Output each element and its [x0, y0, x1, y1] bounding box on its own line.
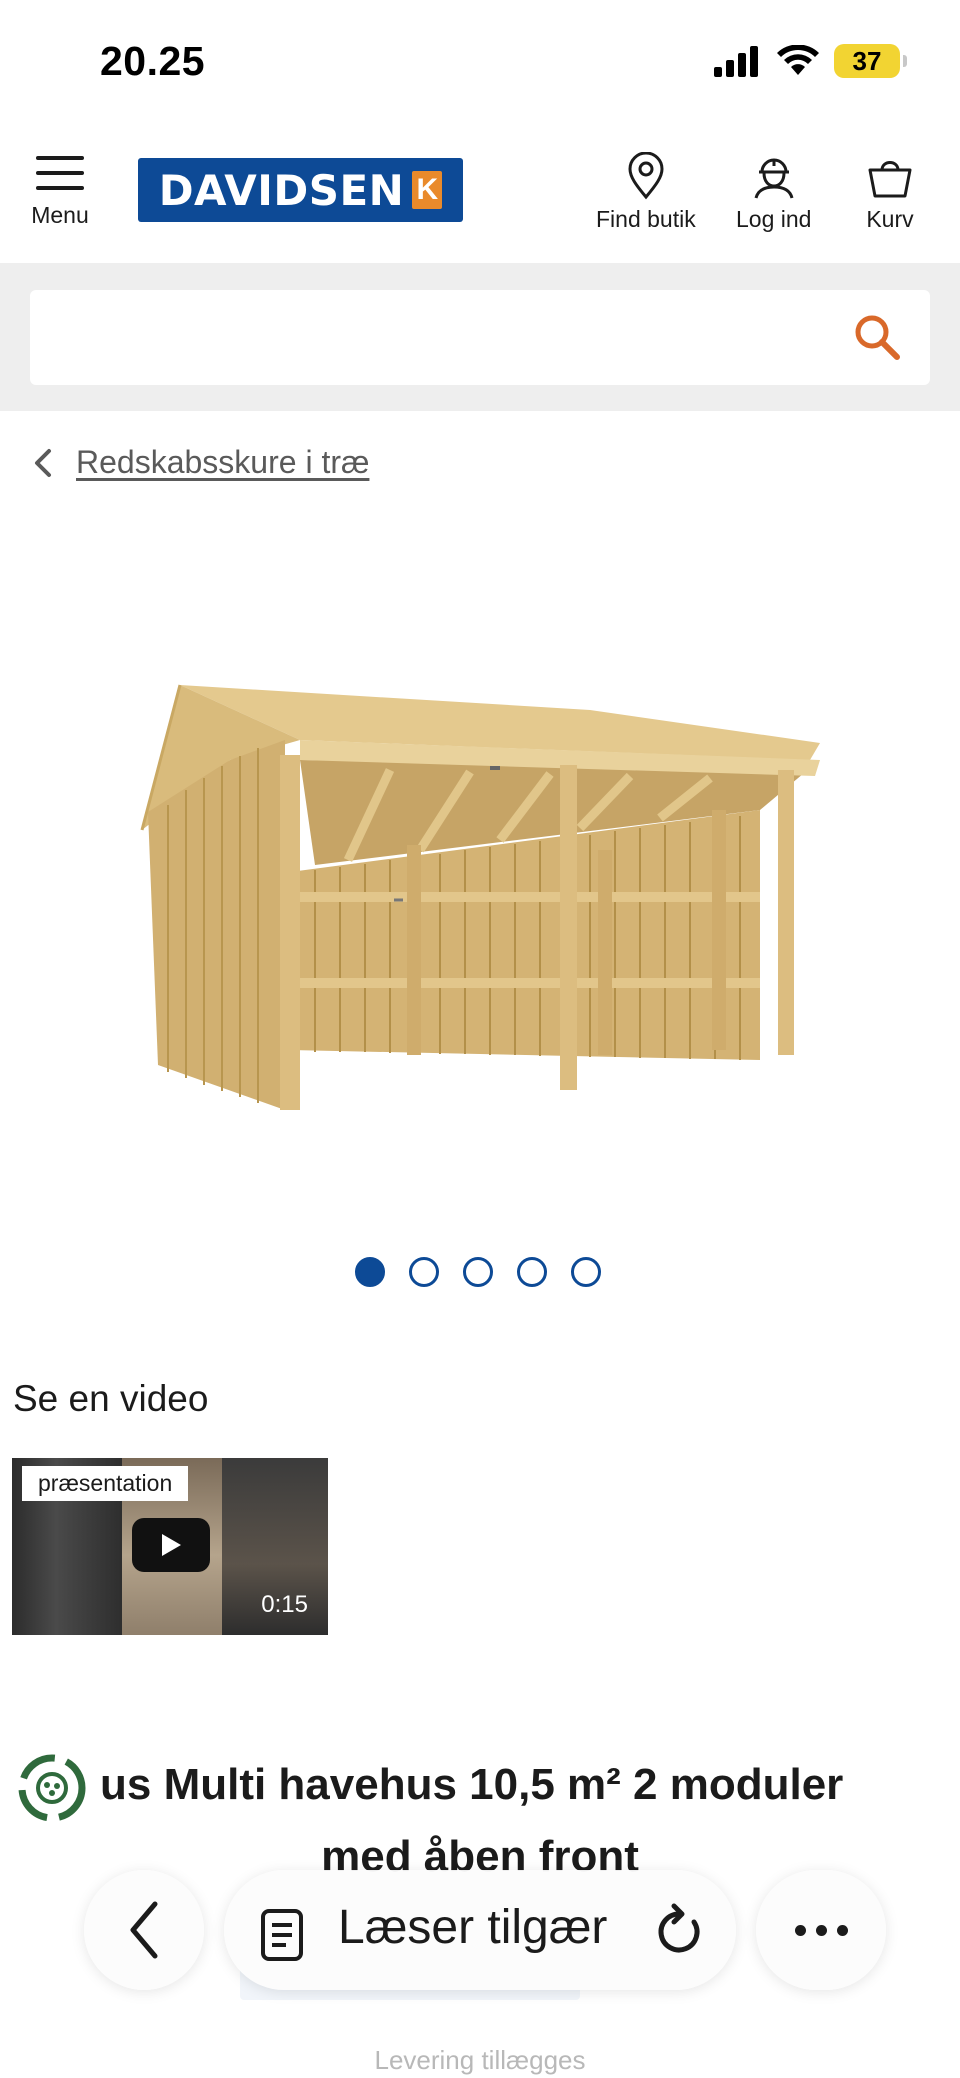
cart-button[interactable]: Kurv [866, 152, 914, 233]
carousel-dot-5[interactable] [571, 1257, 601, 1287]
carousel-dot-4[interactable] [517, 1257, 547, 1287]
site-header: Menu DAVIDSEN K Find butik Log ind Kurv [0, 130, 960, 263]
carousel-dot-2[interactable] [409, 1257, 439, 1287]
sustainability-badge-icon [18, 1754, 86, 1822]
carousel-dot-3[interactable] [463, 1257, 493, 1287]
search-box [30, 290, 930, 385]
find-store-button[interactable]: Find butik [596, 152, 696, 233]
product-title-line-1: us Multi havehus 10,5 m² 2 moduler [100, 1760, 844, 1809]
video-heading: Se en video [13, 1378, 209, 1419]
battery-indicator: 37 [834, 44, 907, 78]
back-icon [130, 1901, 158, 1959]
menu-button[interactable]: Menu [22, 150, 98, 250]
user-helmet-icon [754, 158, 794, 199]
address-bar[interactable]: Læser tilgær [224, 1870, 736, 1990]
logo-mark: K [412, 171, 443, 209]
more-dot-1 [794, 1924, 806, 1936]
more-dot-3 [836, 1924, 848, 1936]
search-band [0, 263, 960, 411]
search-icon[interactable] [852, 312, 902, 362]
browser-toolbar: Læser tilgær [0, 1870, 960, 2000]
hamburger-icon [36, 156, 84, 190]
browser-more-button[interactable] [756, 1870, 886, 1990]
wifi-icon [777, 45, 819, 75]
davidsen-logo[interactable]: DAVIDSEN K [138, 158, 463, 222]
basket-icon [868, 161, 912, 198]
search-input[interactable] [50, 310, 830, 365]
reader-icon[interactable] [260, 1908, 304, 1962]
logo-text: DAVIDSEN [158, 165, 405, 215]
video-thumbnail[interactable]: præsentation 0:15 [12, 1458, 328, 1635]
carousel-dots [355, 1257, 601, 1287]
reload-icon[interactable] [654, 1902, 706, 1958]
signal-icon [714, 46, 758, 77]
find-store-label: Find butik [596, 206, 696, 232]
status-bar: 20.25 37 [0, 0, 960, 130]
status-time: 20.25 [100, 38, 206, 84]
carousel-dot-1[interactable] [355, 1257, 385, 1287]
breadcrumb-link[interactable]: Redskabsskure i træ [76, 444, 369, 481]
video-duration: 0:15 [261, 1591, 308, 1618]
play-icon [162, 1534, 181, 1556]
delivery-text: Levering tillægges [374, 2045, 586, 2075]
login-button[interactable]: Log ind [736, 152, 811, 233]
status-icons: 37 [712, 44, 907, 78]
address-text: Læser tilgær [338, 1901, 608, 1954]
product-image[interactable] [120, 660, 840, 1130]
play-button[interactable] [132, 1518, 210, 1572]
video-tag: præsentation [22, 1466, 189, 1501]
login-label: Log ind [736, 206, 812, 232]
location-pin-icon [628, 152, 664, 200]
chevron-left-icon [35, 448, 51, 477]
browser-back-button[interactable] [84, 1870, 204, 1990]
menu-label: Menu [31, 202, 89, 228]
more-dot-2 [815, 1924, 827, 1936]
cart-label: Kurv [866, 206, 914, 232]
breadcrumb[interactable]: Redskabsskure i træ [32, 444, 369, 481]
